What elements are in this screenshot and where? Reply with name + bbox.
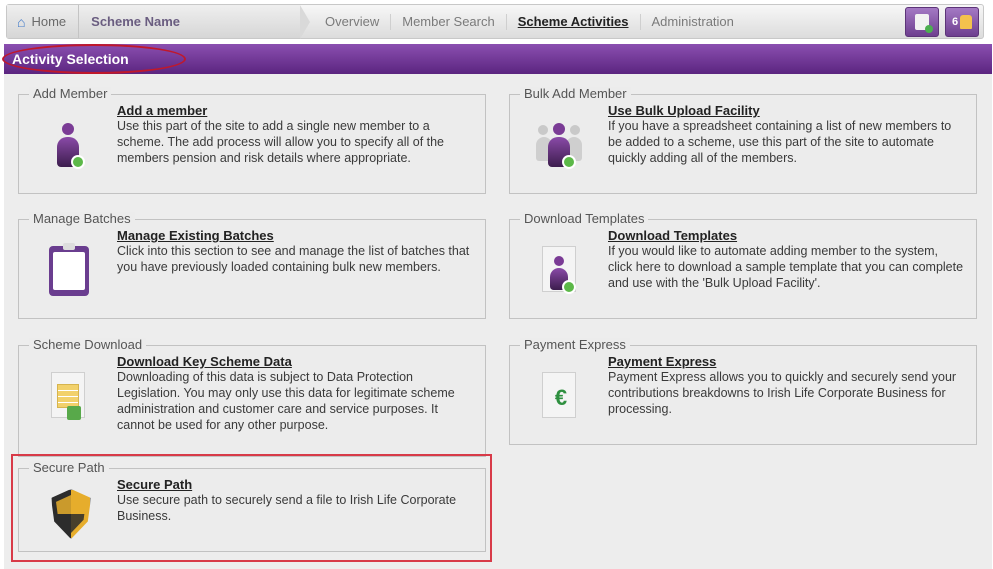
card-description: Click into this section to see and manag… bbox=[117, 244, 470, 274]
card-payment-express: Payment Express € Payment Express Paymen… bbox=[509, 338, 977, 445]
toolbar-icons: 6 bbox=[905, 6, 983, 37]
notifications-button[interactable]: 6 bbox=[945, 6, 979, 37]
card-download-templates: Download Templates Download Templates If… bbox=[509, 212, 977, 319]
tab-scheme-activities[interactable]: Scheme Activities bbox=[507, 13, 641, 30]
card-manage-batches: Manage Batches Manage Existing Batches C… bbox=[18, 212, 486, 319]
main-tabs: Overview Member Search Scheme Activities… bbox=[300, 5, 745, 38]
tab-overview[interactable]: Overview bbox=[314, 13, 392, 30]
annotation-highlight-box bbox=[11, 454, 492, 562]
notification-count: 6 bbox=[951, 15, 959, 28]
card-legend: Download Templates bbox=[520, 212, 649, 226]
card-legend: Scheme Download bbox=[29, 338, 147, 352]
card-legend: Bulk Add Member bbox=[520, 87, 631, 101]
tab-member-search[interactable]: Member Search bbox=[391, 13, 507, 30]
add-person-icon bbox=[45, 121, 93, 177]
top-navigation-bar: ⌂ Home Scheme Name Overview Member Searc… bbox=[6, 4, 984, 39]
card-legend: Payment Express bbox=[520, 338, 630, 352]
breadcrumb-home-label: Home bbox=[31, 14, 67, 29]
breadcrumb-scheme-label: Scheme Name bbox=[91, 14, 181, 29]
card-bulk-add-member: Bulk Add Member Use Bulk Upload Facility… bbox=[509, 87, 977, 194]
notification-icon bbox=[960, 14, 973, 29]
manage-batches-link[interactable]: Manage Existing Batches bbox=[117, 228, 473, 243]
add-document-button[interactable] bbox=[905, 6, 939, 37]
tab-administration[interactable]: Administration bbox=[641, 14, 745, 30]
annotation-ellipse bbox=[2, 44, 186, 74]
card-scheme-download: Scheme Download Download Key Scheme Data… bbox=[18, 338, 486, 457]
card-description: Downloading of this data is subject to D… bbox=[117, 370, 455, 432]
download-templates-link[interactable]: Download Templates bbox=[608, 228, 964, 243]
breadcrumb-home[interactable]: ⌂ Home bbox=[7, 5, 80, 38]
breadcrumb-scheme[interactable]: Scheme Name bbox=[79, 5, 310, 39]
template-download-icon bbox=[536, 246, 584, 302]
home-icon: ⌂ bbox=[17, 13, 26, 30]
euro-document-icon: € bbox=[536, 372, 584, 428]
clipboard-icon bbox=[45, 243, 93, 302]
add-member-link[interactable]: Add a member bbox=[117, 103, 473, 118]
download-scheme-data-link[interactable]: Download Key Scheme Data bbox=[117, 354, 473, 369]
card-description: Payment Express allows you to quickly an… bbox=[608, 370, 957, 416]
card-description: If you have a spreadsheet containing a l… bbox=[608, 119, 952, 165]
card-description: Use this part of the site to add a singl… bbox=[117, 119, 445, 165]
spreadsheet-download-icon bbox=[45, 372, 93, 428]
add-group-icon bbox=[536, 121, 584, 177]
bulk-upload-link[interactable]: Use Bulk Upload Facility bbox=[608, 103, 964, 118]
card-legend: Manage Batches bbox=[29, 212, 135, 226]
payment-express-link[interactable]: Payment Express bbox=[608, 354, 964, 369]
card-legend: Add Member bbox=[29, 87, 112, 101]
card-description: If you would like to automate adding mem… bbox=[608, 244, 964, 290]
card-add-member: Add Member Add a member Use this part of… bbox=[18, 87, 486, 194]
add-document-icon bbox=[915, 13, 933, 33]
